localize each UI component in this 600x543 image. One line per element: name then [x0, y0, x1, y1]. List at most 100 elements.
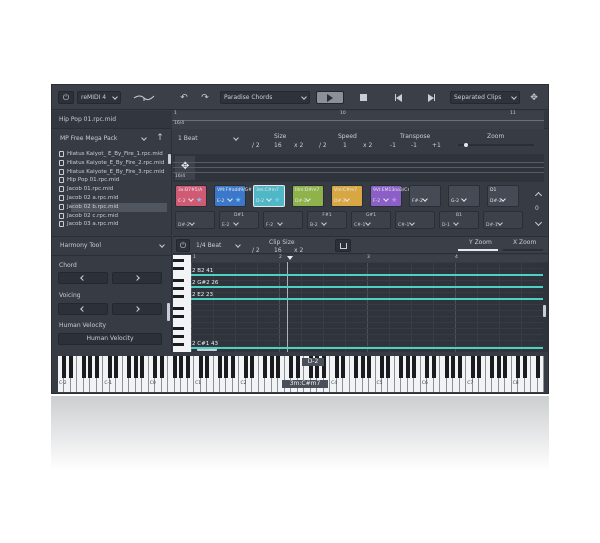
black-key[interactable]	[107, 356, 112, 378]
file-item[interactable]: Jacob 02 b.rpc.mid	[59, 203, 119, 211]
star-icon[interactable]: ★	[235, 197, 241, 204]
voicing-next-button[interactable]	[112, 303, 162, 315]
black-key[interactable]	[354, 356, 359, 378]
piano-roll-keys[interactable]	[173, 255, 191, 352]
black-key[interactable]	[490, 356, 495, 378]
black-key[interactable]	[470, 356, 475, 378]
clip-size-multiply-button[interactable]: x 2	[294, 248, 303, 254]
roll-scrollbar[interactable]	[543, 305, 546, 317]
black-key[interactable]	[224, 356, 229, 378]
skip-back-button[interactable]	[391, 91, 405, 104]
app-menu-dropdown[interactable]: reMIDI 4	[77, 91, 121, 104]
playhead-marker-icon[interactable]	[287, 256, 293, 260]
star-icon[interactable]: ★	[352, 197, 358, 204]
black-key[interactable]	[522, 356, 527, 378]
chord-pad[interactable]: 3m:C#m7 D-2 ★	[253, 185, 285, 207]
black-key[interactable]	[243, 356, 248, 378]
black-key[interactable]	[153, 356, 158, 378]
black-key[interactable]	[127, 356, 132, 378]
file-item[interactable]: Jacob 02 c.rpc.mid	[59, 212, 118, 220]
black-key[interactable]	[179, 356, 184, 378]
file-item[interactable]: Hiatus Kaiyot_ E_By_Fire_1.rpc.mid	[59, 150, 163, 158]
clip-preview[interactable]: ✥ 16/4	[173, 154, 544, 182]
black-key[interactable]	[425, 356, 430, 378]
chord-slot[interactable]: F#1 B-2	[307, 211, 347, 229]
x-zoom-slider[interactable]	[503, 249, 543, 251]
export-button[interactable]	[335, 239, 351, 252]
black-key[interactable]	[205, 356, 210, 378]
parent-folder-button[interactable]: ↑	[154, 132, 166, 144]
black-key[interactable]	[269, 356, 274, 378]
transpose-down-octave[interactable]: -1	[390, 143, 396, 149]
black-key[interactable]	[133, 356, 138, 378]
file-item[interactable]: Hip Pop 01.rpc.mid	[59, 176, 119, 184]
black-key[interactable]	[172, 356, 177, 378]
chord-pad[interactable]: 9VI:EM13no3/C# F-2 ★	[370, 185, 411, 207]
chord-pad[interactable]: D1 D#-2	[487, 185, 519, 207]
black-key[interactable]	[62, 356, 67, 378]
black-key[interactable]	[159, 356, 164, 378]
play-button[interactable]	[316, 91, 344, 104]
black-key[interactable]	[218, 356, 222, 378]
chord-pad[interactable]: VM:F#add9/G# E-2 ★	[214, 185, 252, 207]
file-item[interactable]: Hiatus Kaiyote_E_By_Fire_3.rpc.mid	[59, 168, 164, 176]
size-multiply-button[interactable]: x 2	[294, 143, 303, 149]
black-key[interactable]	[444, 356, 449, 378]
black-key[interactable]	[230, 356, 235, 378]
redo-button[interactable]: ↷	[198, 91, 212, 104]
y-zoom-slider[interactable]	[458, 249, 498, 251]
clip-size-divide-button[interactable]: / 2	[252, 248, 260, 254]
chord-page-up-button[interactable]	[531, 188, 545, 200]
star-icon[interactable]: ★	[391, 197, 397, 204]
black-key[interactable]	[198, 356, 203, 378]
transpose-up[interactable]: +1	[432, 143, 441, 149]
black-key[interactable]	[457, 356, 462, 378]
speed-multiply-button[interactable]: x 2	[363, 143, 372, 149]
black-key[interactable]	[276, 356, 281, 378]
chord-slot[interactable]: D#1 E-2	[219, 211, 259, 229]
black-key[interactable]	[289, 356, 294, 378]
black-key[interactable]	[367, 356, 372, 378]
piano-roll-ruler[interactable]: 1 2 3 4	[191, 255, 548, 262]
chord-next-button[interactable]	[112, 272, 162, 284]
star-icon[interactable]: ★	[274, 197, 280, 204]
black-key[interactable]	[535, 356, 540, 378]
stop-button[interactable]	[356, 91, 370, 104]
chord-slot[interactable]: B1 D-1	[439, 211, 479, 229]
piano-roll[interactable]: 1 2 3 4	[173, 255, 548, 352]
harmony-scrollbar[interactable]	[167, 303, 170, 321]
black-key[interactable]	[114, 356, 119, 378]
zoom-slider[interactable]	[458, 143, 534, 147]
black-key[interactable]	[94, 356, 99, 378]
black-key[interactable]	[380, 356, 384, 378]
timeline-ruler[interactable]: 1 10 11 16/4	[172, 111, 544, 129]
size-divide-button[interactable]: / 2	[252, 143, 260, 149]
harmony-tool-dropdown[interactable]: Harmony Tool	[57, 240, 167, 252]
black-key[interactable]	[81, 356, 86, 378]
clip-mode-dropdown[interactable]: Separated Clips	[450, 91, 520, 104]
preset-dropdown[interactable]: Paradise Chords	[220, 91, 310, 104]
black-key[interactable]	[477, 356, 482, 378]
black-key[interactable]	[140, 356, 145, 378]
chord-slot[interactable]: G#1 C#-1	[351, 211, 391, 229]
black-key[interactable]	[503, 356, 508, 378]
skip-forward-button[interactable]	[424, 91, 438, 104]
transpose-down[interactable]: -1	[411, 143, 417, 149]
black-key[interactable]	[263, 356, 268, 378]
file-list-scrollbar[interactable]	[168, 154, 171, 164]
chord-pad[interactable]: 3x:B7#5/A C-2 ★	[175, 185, 207, 207]
chord-page-down-button[interactable]	[531, 218, 545, 230]
black-key[interactable]	[496, 356, 501, 378]
black-key[interactable]	[68, 356, 73, 378]
file-item[interactable]: Hiatus Kaiyote_E_By_Fire_2.rpc.mid	[59, 159, 164, 167]
black-key[interactable]	[386, 356, 391, 378]
star-icon[interactable]: ★	[196, 197, 202, 204]
chord-pad[interactable]: G-2	[448, 185, 480, 207]
file-item[interactable]: Jacob 01.rpc.mid	[59, 185, 113, 193]
black-key[interactable]	[88, 356, 93, 378]
black-key[interactable]	[451, 356, 456, 378]
file-item[interactable]: Jacob 02 a.rpc.mid	[59, 194, 118, 202]
midi-note[interactable]	[191, 298, 543, 300]
chord-pad[interactable]: IIIm:D#m7 D#-2 ★	[292, 185, 324, 207]
black-key[interactable]	[405, 356, 410, 378]
